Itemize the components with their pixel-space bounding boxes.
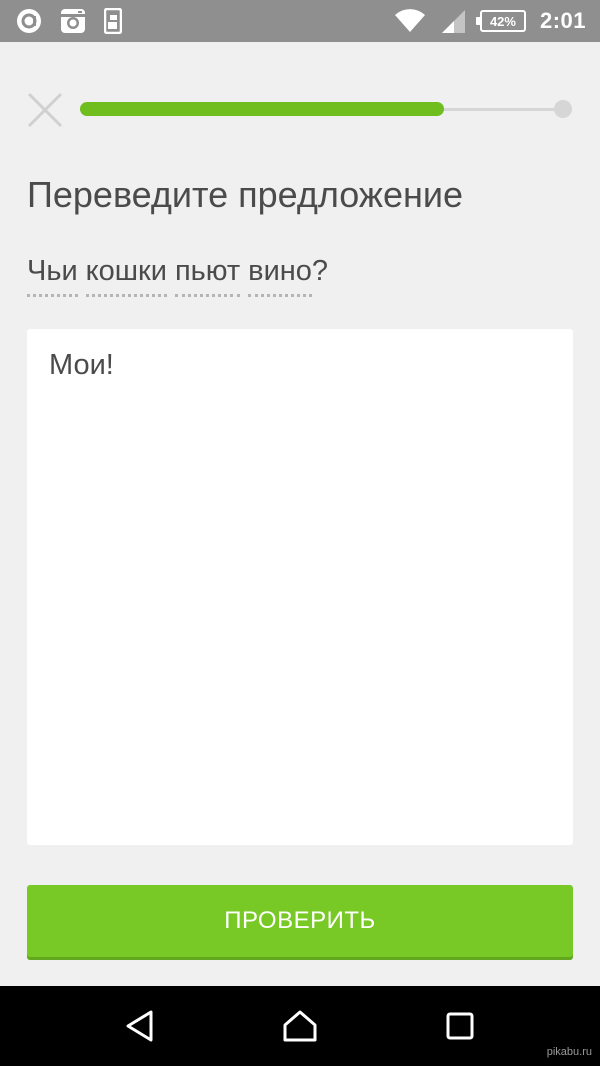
- back-button[interactable]: [110, 996, 170, 1056]
- answer-input[interactable]: [27, 329, 573, 845]
- page-title: Переведите предложение: [27, 174, 464, 215]
- sentence-word[interactable]: пьют: [174, 255, 241, 297]
- clock: 2:01: [539, 8, 586, 33]
- home-icon: [283, 1010, 317, 1042]
- recents-icon: [446, 1012, 474, 1040]
- status-right-icons: 42% 2:01: [394, 8, 586, 34]
- battery-percent: 42%: [489, 13, 516, 29]
- battery-icon: 42%: [475, 10, 526, 32]
- status-bar: 42% 2:01: [0, 0, 600, 42]
- sentence-word[interactable]: Чьи: [27, 255, 78, 297]
- instagram-icon: [60, 8, 86, 34]
- close-button[interactable]: [24, 89, 66, 131]
- sentence-to-translate: Чьи кошки пьют вино ?: [27, 255, 328, 297]
- close-icon: [27, 92, 63, 128]
- signal-icon: [440, 8, 466, 34]
- wifi-icon: [394, 9, 426, 33]
- status-left-icons: [16, 8, 122, 34]
- sim-card-icon: [104, 8, 122, 34]
- sentence-word[interactable]: кошки: [85, 255, 167, 297]
- progress-fill: [80, 102, 444, 116]
- back-icon: [126, 1010, 153, 1042]
- sentence-punctuation: ?: [311, 255, 329, 287]
- sentence-word[interactable]: вино: [248, 255, 312, 297]
- recents-button[interactable]: [430, 996, 490, 1056]
- lesson-progress-bar: [80, 100, 572, 118]
- progress-end-dot: [554, 100, 572, 118]
- check-button[interactable]: ПРОВЕРИТЬ: [27, 885, 573, 957]
- at-sign-icon: [16, 8, 42, 34]
- system-nav-bar: [0, 986, 600, 1066]
- watermark: pikabu.ru: [546, 1046, 592, 1058]
- home-button[interactable]: [270, 996, 330, 1056]
